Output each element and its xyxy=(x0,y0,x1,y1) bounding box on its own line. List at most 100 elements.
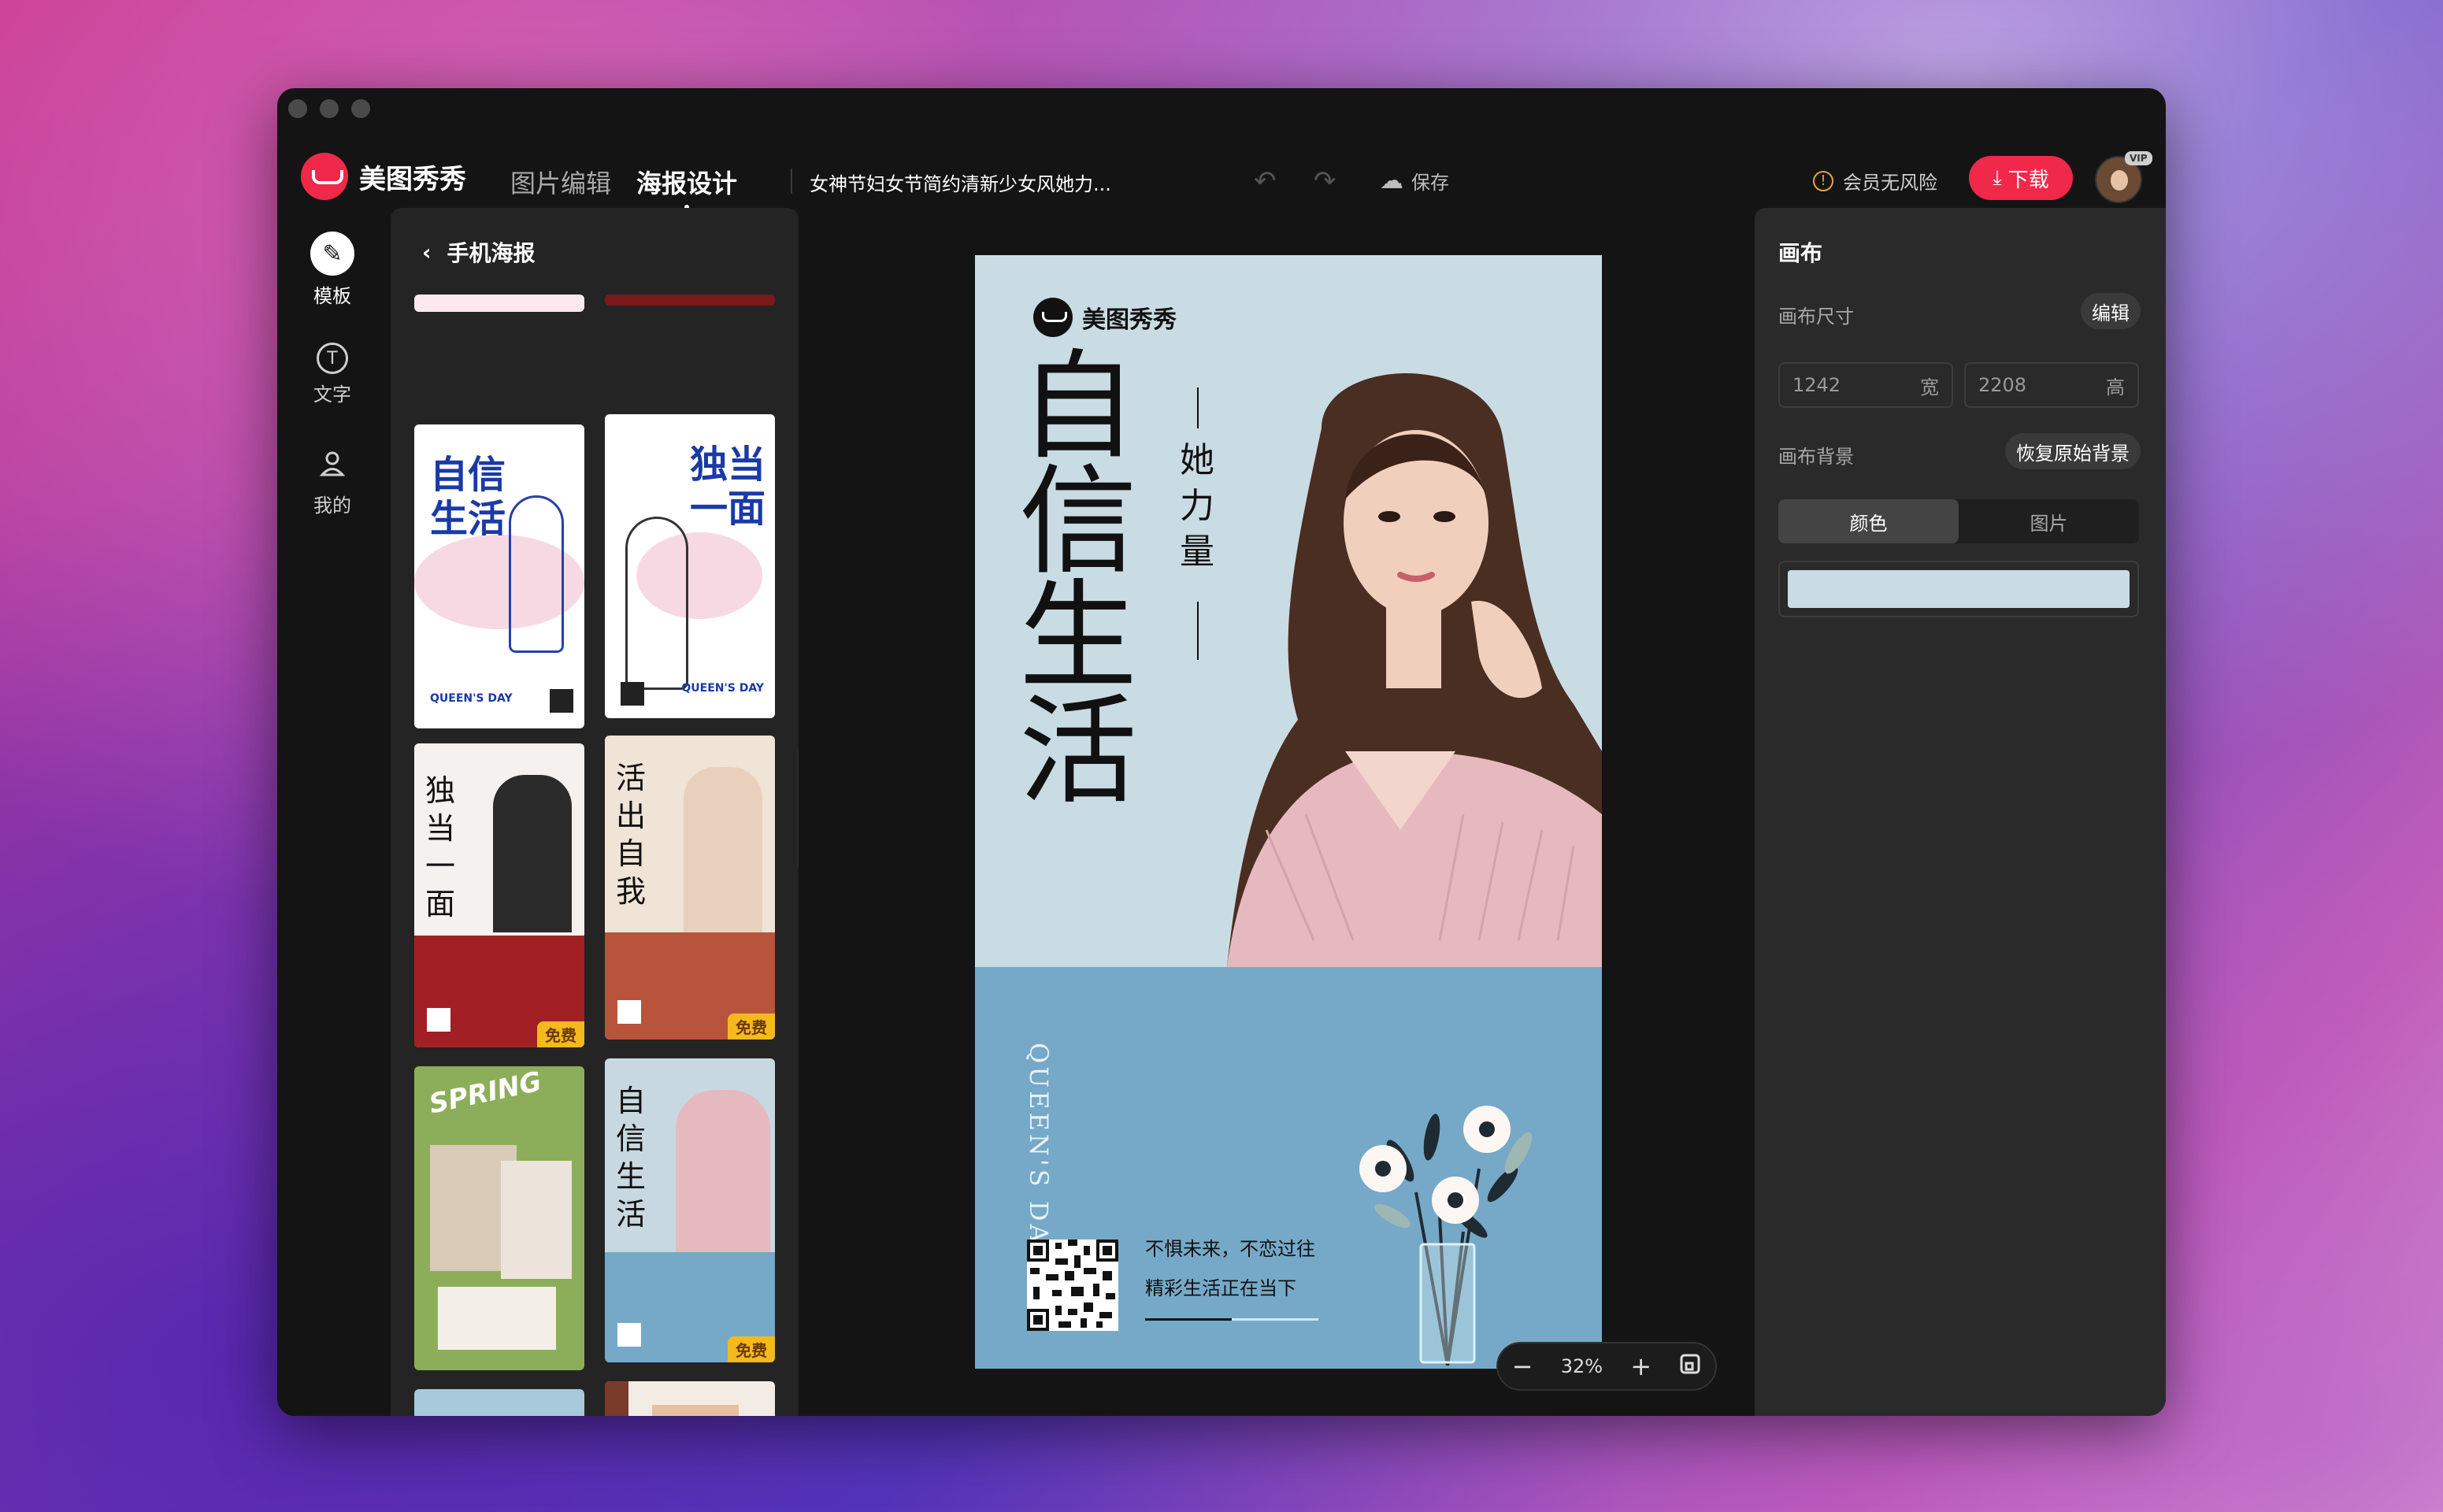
undo-icon[interactable]: ↶ xyxy=(1254,165,1277,197)
qr-code[interactable] xyxy=(1027,1240,1118,1331)
canvas-bg-label: 画布背景 xyxy=(1778,446,1854,468)
panel-title: 画布 xyxy=(1778,240,1823,266)
template-thumb[interactable]: 独当 一面 QUEEN'S DAY xyxy=(605,414,775,718)
poster-title[interactable]: 自 信 生 活 xyxy=(1019,339,1138,821)
nav-photo-edit[interactable]: 图片编辑 xyxy=(510,164,611,200)
download-icon: ⤓ xyxy=(1993,165,2002,190)
panel-header[interactable]: ‹ 手机海报 xyxy=(422,236,536,268)
thumb-footer: QUEEN'S DAY xyxy=(681,682,764,695)
zoom-level[interactable]: 32% xyxy=(1561,1355,1603,1377)
save-button[interactable]: ☁ 保存 xyxy=(1380,167,1449,195)
nav-poster-design[interactable]: 海报设计 xyxy=(636,164,737,209)
thumb-title: 自信 xyxy=(430,453,506,497)
width-input[interactable]: 1242 宽 xyxy=(1778,362,1953,408)
thumb-photo xyxy=(501,1161,572,1279)
template-thumb[interactable]: 自信 生活 QUEEN'S DAY xyxy=(414,424,584,728)
tab-image[interactable]: 图片 xyxy=(1959,499,2139,543)
thumb-title: 生活 xyxy=(430,497,506,541)
poster-slogan-line2[interactable]: 精彩生活正在当下 xyxy=(1145,1273,1296,1300)
color-swatch xyxy=(1788,570,2130,608)
template-thumb[interactable]: 独当 一面 免费 xyxy=(414,743,584,1047)
meitu-logo-icon xyxy=(1033,298,1073,337)
document-title[interactable]: 女神节妇女节简约清新少女风她力... xyxy=(810,169,1111,196)
poster-logo-text: 美图秀秀 xyxy=(1082,306,1177,334)
cloud-upload-icon: ☁ xyxy=(1380,167,1403,195)
thumb-title: 独当 xyxy=(690,443,766,487)
template-thumb[interactable] xyxy=(605,1381,775,1416)
poster-title-char: 自 xyxy=(1019,339,1138,476)
qr-code xyxy=(617,1000,641,1024)
window-controls xyxy=(288,99,370,118)
template-thumb[interactable] xyxy=(414,1389,584,1416)
rail-label: 我的 xyxy=(313,495,351,517)
qr-code xyxy=(617,1323,641,1347)
template-thumb[interactable]: 自信 生活 免费 xyxy=(605,1058,775,1362)
color-picker[interactable] xyxy=(1778,561,2139,617)
rail-item-text[interactable]: T 文字 xyxy=(277,343,387,406)
top-bar: 美图秀秀 图片编辑 海报设计 女神节妇女节简约清新少女风她力... ↶ ↷ ☁ … xyxy=(277,135,2166,214)
meitu-logo-icon xyxy=(301,153,348,200)
thumb-side-band xyxy=(605,1381,628,1416)
thumb-footer: QUEEN'S DAY xyxy=(430,692,513,705)
template-thumb[interactable]: 活出 自我 免费 xyxy=(605,736,775,1040)
line-art-figure xyxy=(509,495,564,653)
tab-color[interactable]: 颜色 xyxy=(1778,499,1959,543)
text-icon: T xyxy=(317,343,348,374)
zoom-out-button[interactable]: − xyxy=(1512,1351,1533,1381)
height-input[interactable]: 2208 高 xyxy=(1964,362,2139,408)
download-button[interactable]: ⤓ 下载 xyxy=(1969,156,2073,200)
thumb-person xyxy=(676,1090,770,1252)
close-window-button[interactable] xyxy=(288,99,307,118)
height-unit: 高 xyxy=(2106,376,2125,398)
zoom-window-button[interactable] xyxy=(351,99,370,118)
rail-item-template[interactable]: ✎ 模板 xyxy=(277,232,387,308)
download-label: 下载 xyxy=(2007,168,2049,192)
width-unit: 宽 xyxy=(1920,376,1939,398)
subtitle-rule-bottom xyxy=(1197,602,1199,660)
rail-item-mine[interactable]: 我的 xyxy=(277,441,387,517)
edit-size-button[interactable]: 编辑 xyxy=(2081,293,2141,329)
template-thumb[interactable] xyxy=(414,295,584,312)
main-nav: 图片编辑 海报设计 xyxy=(510,164,737,209)
zoom-in-button[interactable]: + xyxy=(1630,1351,1652,1381)
poster-canvas[interactable]: 美图秀秀 自 信 生 活 她 力 量 QUEEN'S DAY 不惧未来，不恋过往… xyxy=(975,255,1602,1369)
template-panel: ‹ 手机海报 自信 生活 QUEEN'S DAY 独当 一面 QUEEN'S D… xyxy=(391,208,799,1416)
vip-text: 会员无风险 xyxy=(1843,172,1937,194)
thumb-title: 自我 xyxy=(616,836,647,909)
thumb-title: 自信 xyxy=(616,1084,647,1156)
vip-risk-free[interactable]: ! 会员无风险 xyxy=(1813,167,1937,195)
thumb-title: 活出 xyxy=(616,761,647,833)
fit-screen-icon[interactable] xyxy=(1679,1353,1701,1380)
app-logo[interactable]: 美图秀秀 xyxy=(301,153,466,200)
poster-slogan-line1[interactable]: 不惧未来，不恋过往 xyxy=(1145,1233,1315,1261)
free-badge: 免费 xyxy=(728,1336,775,1362)
thumb-photo xyxy=(652,1405,739,1416)
flower-vase-illustration[interactable] xyxy=(1345,1106,1550,1366)
app-logo-text: 美图秀秀 xyxy=(359,163,466,195)
poster-portrait[interactable] xyxy=(1203,342,1602,967)
qr-code xyxy=(427,1008,450,1032)
rail-label: 模板 xyxy=(313,285,351,307)
poster-title-char: 信 xyxy=(1019,454,1138,591)
thumb-person xyxy=(684,767,762,932)
poster-title-char: 生 xyxy=(1019,569,1138,706)
minimize-window-button[interactable] xyxy=(320,99,339,118)
queens-day-text[interactable]: QUEEN'S DAY xyxy=(1024,1043,1054,1264)
divider xyxy=(791,169,792,194)
save-label: 保存 xyxy=(1411,172,1449,194)
line-art-figure xyxy=(625,517,688,690)
subtitle-rule-top xyxy=(1197,387,1199,428)
canvas-size-label: 画布尺寸 xyxy=(1778,306,1854,328)
redo-icon[interactable]: ↷ xyxy=(1314,165,1336,197)
poster-logo[interactable]: 美图秀秀 xyxy=(1033,298,1177,337)
thumb-title: 独当 xyxy=(425,773,456,846)
width-value: 1242 xyxy=(1792,374,1841,396)
back-chevron-icon[interactable]: ‹ xyxy=(422,239,432,265)
slogan-rule-accent xyxy=(1145,1318,1232,1321)
template-thumb[interactable]: SPRING xyxy=(414,1066,584,1370)
poster-title-char: 活 xyxy=(1019,684,1138,821)
template-thumb[interactable] xyxy=(605,295,775,306)
restore-bg-button[interactable]: 恢复原始背景 xyxy=(2005,433,2141,469)
thumb-title: 一面 xyxy=(425,849,456,921)
free-badge: 免费 xyxy=(537,1021,584,1047)
